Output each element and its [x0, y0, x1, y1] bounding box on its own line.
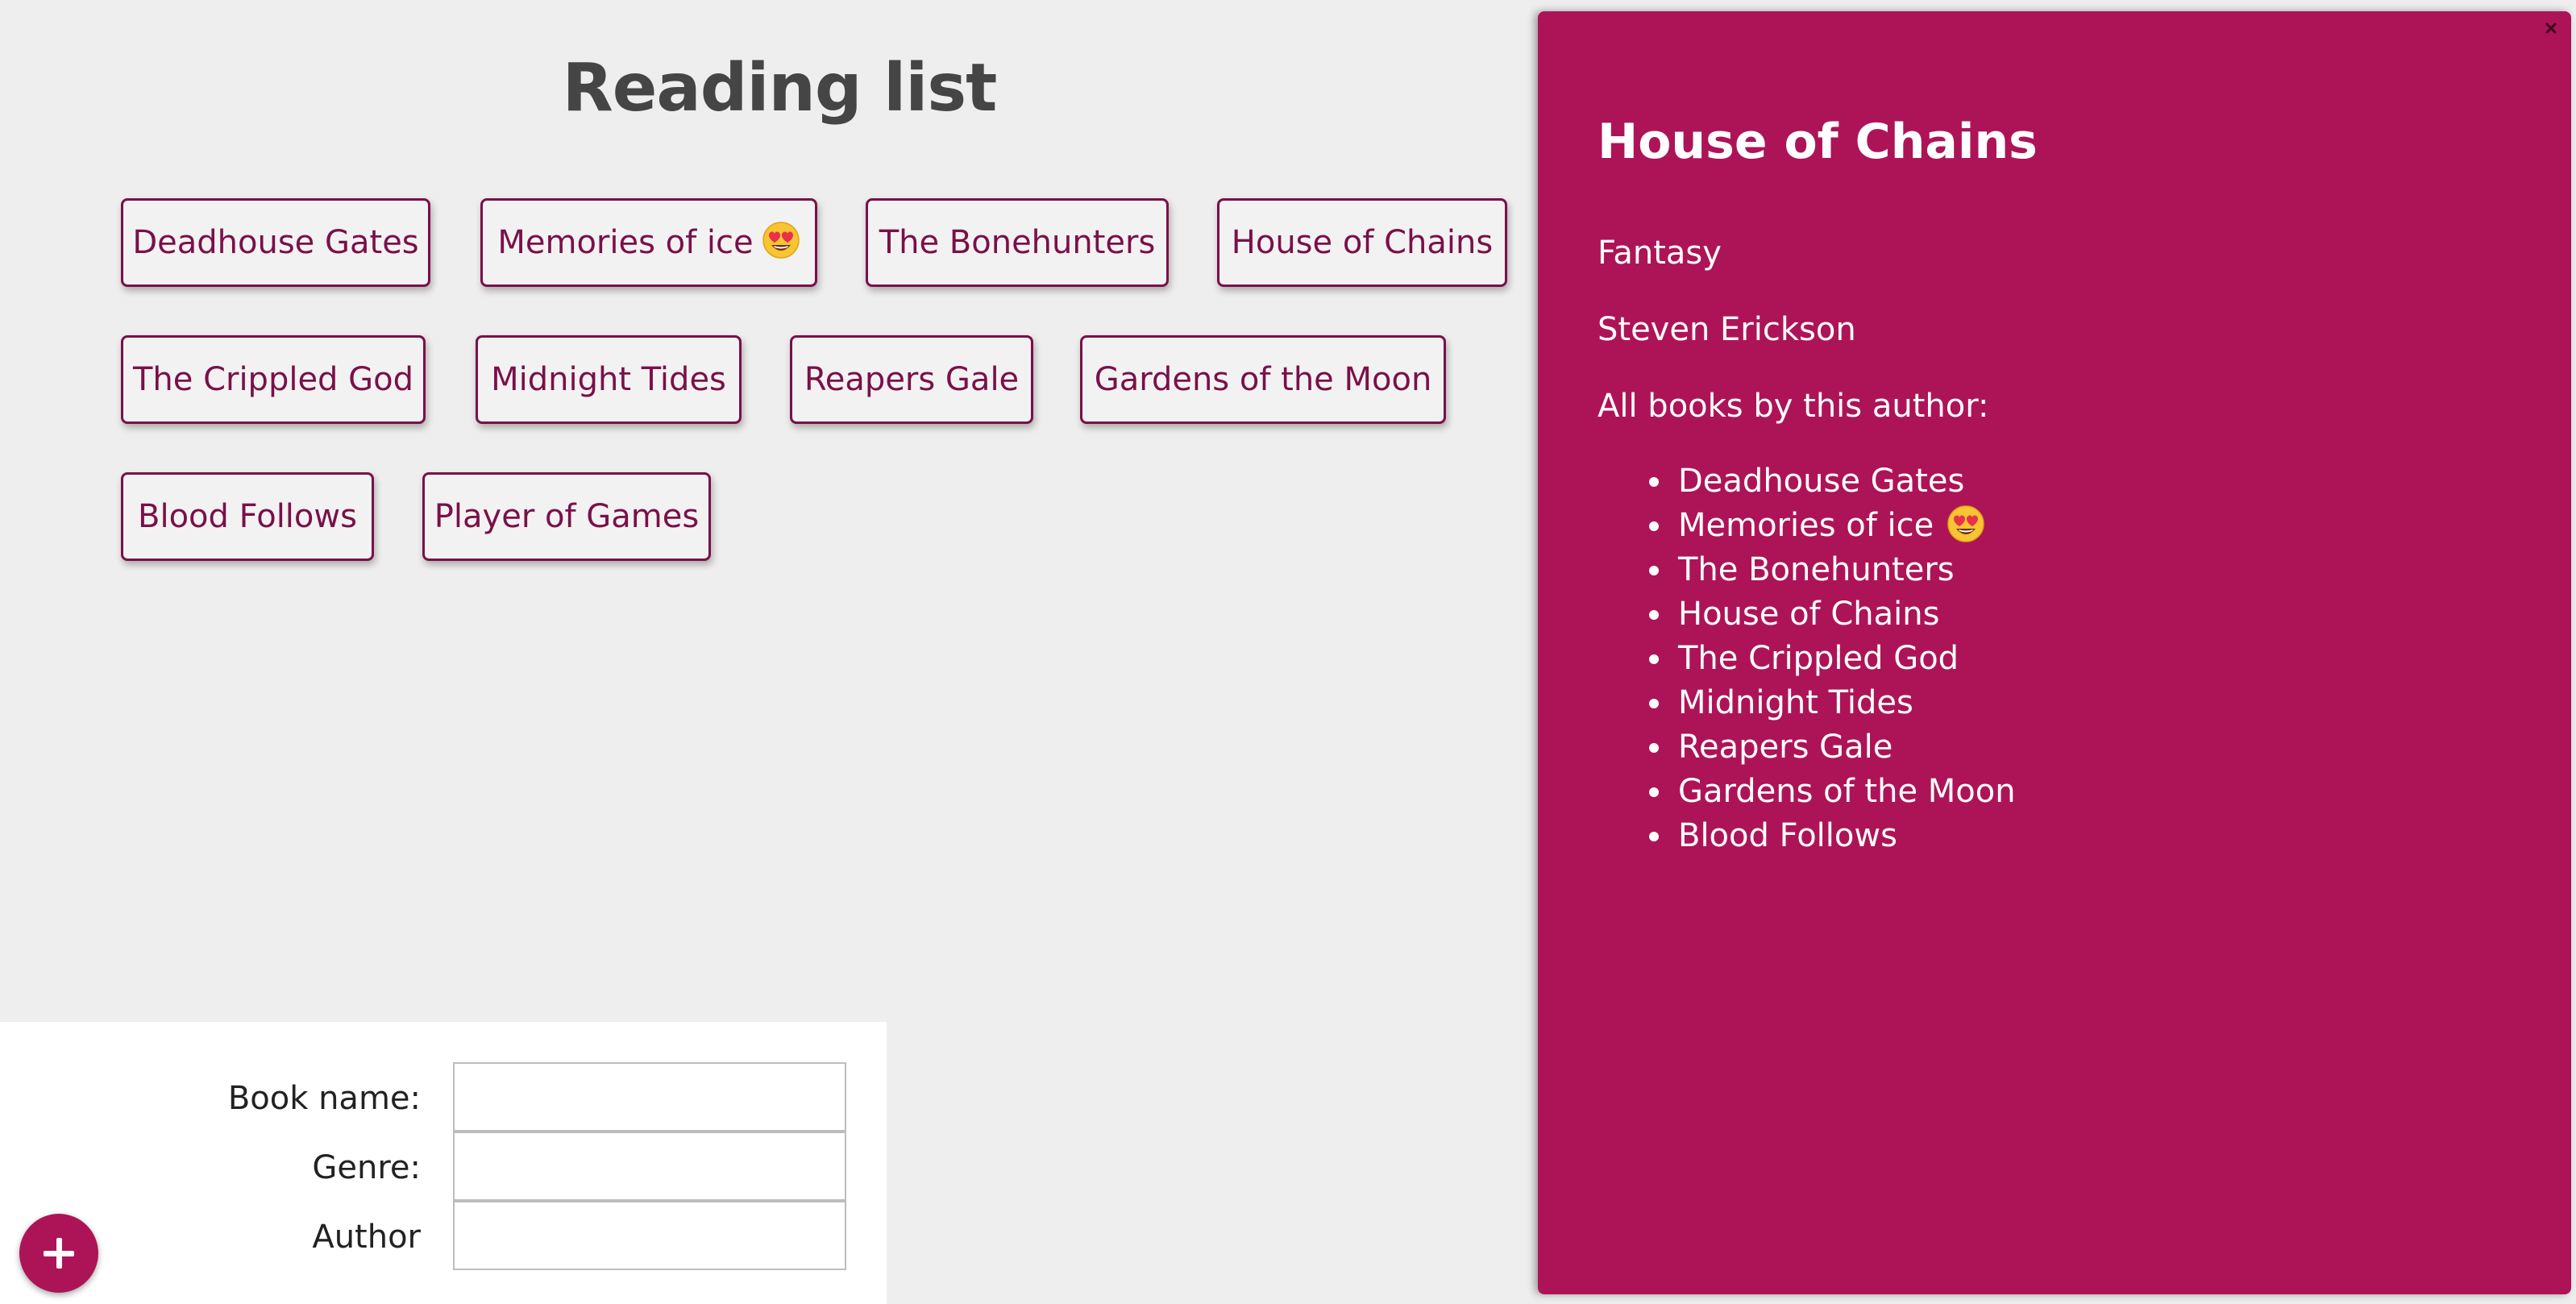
book-button-label: The Bonehunters — [879, 224, 1156, 261]
author-label: Author — [312, 1219, 421, 1256]
book-button[interactable]: Deadhouse Gates — [121, 198, 430, 287]
list-item: Reapers Gale — [1649, 725, 2016, 770]
book-button[interactable]: The Bonehunters — [866, 198, 1169, 287]
add-book-button[interactable] — [19, 1214, 98, 1293]
book-button-label: Midnight Tides — [491, 361, 726, 398]
list-item: Memories of ice — [1649, 504, 2016, 548]
author-book-label: Blood Follows — [1678, 817, 1897, 854]
author-book-label: The Bonehunters — [1678, 551, 1955, 588]
genre-input[interactable] — [453, 1132, 846, 1201]
genre-label: Genre: — [312, 1149, 421, 1186]
book-button-label: Blood Follows — [138, 498, 357, 535]
detail-title: House of Chains — [1598, 114, 2038, 170]
book-button[interactable]: Memories of ice — [480, 198, 817, 287]
book-button-label: Reapers Gale — [804, 361, 1020, 398]
book-name-label: Book name: — [227, 1080, 421, 1117]
author-book-label: Gardens of the Moon — [1678, 773, 2016, 810]
author-book-label: Midnight Tides — [1678, 684, 1913, 721]
book-button[interactable]: Gardens of the Moon — [1080, 335, 1446, 424]
detail-books-heading: All books by this author: — [1598, 388, 1989, 425]
author-book-label: Deadhouse Gates — [1678, 463, 1965, 500]
book-button-label: House of Chains — [1231, 224, 1494, 261]
book-button-label: Gardens of the Moon — [1094, 361, 1432, 398]
list-item: Blood Follows — [1649, 814, 2016, 858]
book-button-label: Memories of ice — [497, 224, 754, 261]
list-item: The Bonehunters — [1649, 548, 2016, 592]
detail-genre: Fantasy — [1598, 235, 1722, 272]
heart-eyes-emoji-icon — [762, 222, 800, 259]
list-item: The Crippled God — [1649, 637, 2016, 681]
author-book-label: Memories of ice — [1678, 507, 1934, 544]
book-button[interactable]: Blood Follows — [121, 472, 374, 561]
book-button-label: The Crippled God — [132, 361, 414, 398]
book-button[interactable]: Player of Games — [422, 472, 711, 561]
author-book-label: The Crippled God — [1678, 640, 1959, 677]
list-item: Gardens of the Moon — [1649, 770, 2016, 814]
page-title: Reading list — [562, 50, 998, 127]
close-icon[interactable] — [2544, 21, 2558, 35]
heart-eyes-emoji-icon — [1947, 505, 1985, 542]
list-item: Deadhouse Gates — [1649, 459, 2016, 504]
book-button-label: Player of Games — [434, 498, 700, 535]
detail-author: Steven Erickson — [1598, 311, 1856, 348]
author-book-label: Reapers Gale — [1678, 729, 1893, 766]
author-book-label: House of Chains — [1678, 596, 1940, 633]
book-detail-panel: House of Chains Fantasy Steven Erickson … — [1538, 11, 2571, 1294]
list-item: Midnight Tides — [1649, 681, 2016, 725]
book-button[interactable]: The Crippled God — [121, 335, 426, 424]
add-book-form: Book name: Genre: Author — [0, 1022, 887, 1304]
book-button[interactable]: Reapers Gale — [790, 335, 1033, 424]
book-name-input[interactable] — [453, 1062, 846, 1132]
book-button[interactable]: House of Chains — [1217, 198, 1507, 287]
book-button[interactable]: Midnight Tides — [476, 335, 742, 424]
list-item: House of Chains — [1649, 592, 2016, 637]
author-books-list: Deadhouse Gates Memories of ice The Bone… — [1598, 459, 2016, 858]
author-input[interactable] — [453, 1201, 846, 1270]
book-button-label: Deadhouse Gates — [132, 224, 419, 261]
